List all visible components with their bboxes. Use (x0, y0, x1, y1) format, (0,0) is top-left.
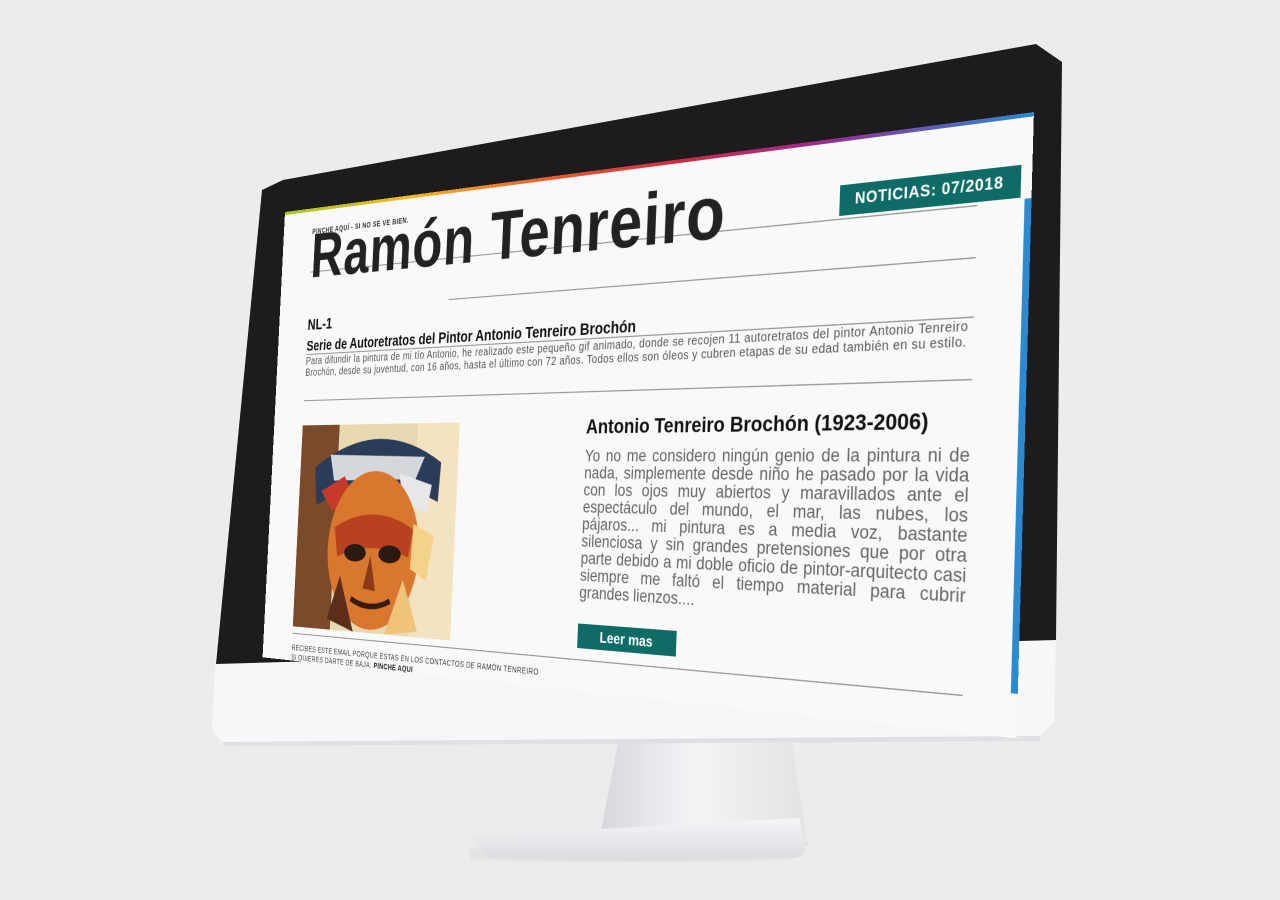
news-date-badge: NOTICIAS: 07/2018 (839, 164, 1022, 217)
device-mockup: NOTICIAS: 07/2018 PINCHE AQUÍ - SI NO SE… (0, 0, 1280, 900)
read-more-button[interactable]: Leer mas (577, 623, 677, 657)
bio-title: Antonio Tenreiro Brochón (1923-2006) (585, 408, 929, 439)
newsletter-screen: NOTICIAS: 07/2018 PINCHE AQUÍ - SI NO SE… (262, 112, 1034, 739)
self-portrait-painting-icon (292, 422, 460, 641)
self-portrait-image (292, 422, 460, 641)
issue-label: NL-1 (307, 314, 333, 335)
intro-divider (303, 378, 973, 402)
bio-paragraph: Yo no me considero ningún genio de la pi… (578, 443, 971, 609)
